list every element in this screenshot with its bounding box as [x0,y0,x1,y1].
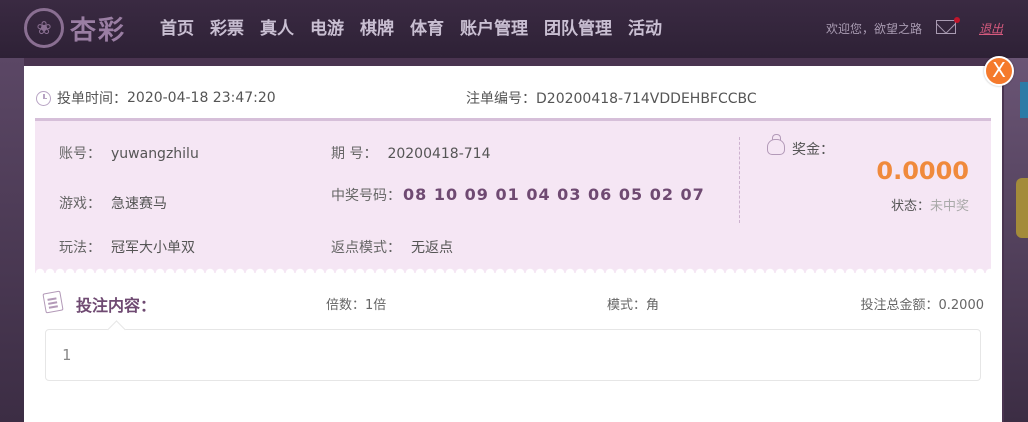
top-navigation-bar: ❀ 杏彩 首页 彩票 真人 电游 棋牌 体育 账户管理 团队管理 活动 欢迎您，… [0,0,1028,58]
prize-value: 0.0000 [876,157,969,185]
bet-time-row: 投单时间： 2020-04-18 23:47:20 [36,88,276,108]
ticket-divider [739,137,740,223]
bet-ticket: 账号： yuwangzhilu 期 号： 20200418-714 游戏： 急速赛马 … [35,118,991,268]
unread-dot [954,17,960,23]
bet-time-value: 2020-04-18 23:47:20 [127,90,276,106]
background-left [0,58,24,422]
close-icon: X [992,58,1006,82]
bet-content-box: 1 [45,329,981,381]
multiple-text: 倍数：1倍 [326,298,387,313]
scroll-icon [42,290,64,314]
ticket-scalloped-edge [35,265,991,273]
account-value: yuwangzhilu [111,146,199,162]
nav-item-cards[interactable]: 棋牌 [360,14,394,39]
issue-field: 期 号： 20200418-714 [331,143,490,163]
nav-item-slots[interactable]: 电游 [310,14,344,39]
clock-icon [36,90,51,106]
winning-numbers-field: 中奖号码： 08 10 09 01 04 03 06 05 02 07 [331,185,705,205]
rebate-field: 返点模式： 无返点 [331,237,453,257]
logo-emblem-icon: ❀ [24,8,64,48]
site-logo[interactable]: ❀ 杏彩 [24,6,136,50]
bet-content-header: 投注内容： 倍数：1倍 模式：角 投注总金额：0.2000 [42,290,985,315]
nav-item-sports[interactable]: 体育 [410,14,444,39]
account-field: 账号： yuwangzhilu [59,143,199,163]
side-tab-2[interactable] [1016,178,1028,238]
order-id-value: D20200418-714VDDEHBFCCBC [536,91,757,107]
winning-numbers-value: 08 10 09 01 04 03 06 05 02 07 [403,185,705,204]
game-value: 急速赛马 [111,196,167,212]
prize-label: 奖金： [792,142,834,158]
side-tab[interactable] [1020,82,1028,118]
play-label: 玩法： [59,240,101,256]
mail-icon[interactable] [936,20,956,34]
nav-item-events[interactable]: 活动 [628,14,662,39]
total-amount-text: 投注总金额：0.2000 [860,298,985,313]
logout-link[interactable]: 退出 [979,20,1003,37]
nav-item-team[interactable]: 团队管理 [544,14,612,39]
bet-time-label: 投单时间： [57,91,127,107]
play-value: 冠军大小单双 [111,240,195,256]
rebate-label: 返点模式： [331,240,401,256]
nav-item-account[interactable]: 账户管理 [460,14,528,39]
bet-detail-modal: 投单时间： 2020-04-18 23:47:20 注单编号：D20200418… [24,66,1002,422]
status-label: 状态： [890,199,930,214]
game-field: 游戏： 急速赛马 [59,193,167,213]
background-right [1004,58,1028,422]
issue-value: 20200418-714 [387,146,491,162]
play-field: 玩法： 冠军大小单双 [59,237,195,257]
issue-label: 期 号： [331,146,378,162]
game-label: 游戏： [59,196,101,212]
close-button[interactable]: X [984,56,1014,86]
nav-item-live[interactable]: 真人 [260,14,294,39]
rebate-value: 无返点 [411,240,453,256]
mode-text: 模式：角 [607,298,660,313]
money-bag-icon [767,134,785,155]
status-value: 未中奖 [929,199,969,214]
nav-item-lottery[interactable]: 彩票 [210,14,244,39]
logo-text: 杏彩 [70,15,127,46]
order-id-label: 注单编号： [466,91,536,107]
status-field: 状态：未中奖 [891,195,969,214]
welcome-text: 欢迎您，欲望之路 [826,22,923,36]
winning-numbers-label: 中奖号码： [331,188,401,204]
order-id-row: 注单编号：D20200418-714VDDEHBFCCBC [466,88,757,108]
account-label: 账号： [59,146,101,162]
main-nav: 首页 彩票 真人 电游 棋牌 体育 账户管理 团队管理 活动 [160,14,678,39]
bet-content-title: 投注内容： [76,296,157,315]
nav-item-home[interactable]: 首页 [160,14,194,39]
bet-content-text: 1 [62,346,72,364]
